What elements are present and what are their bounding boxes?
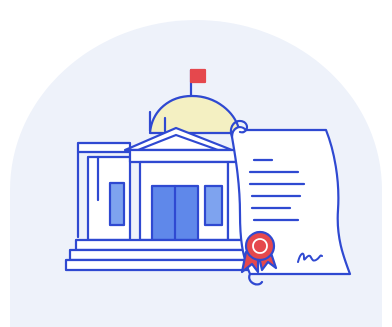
steps-middle	[68, 248, 270, 262]
steps-top	[74, 238, 264, 252]
certificate-scroll-icon	[229, 119, 352, 286]
left-wing-roof	[76, 141, 132, 154]
government-certificate-illustration	[10, 20, 382, 327]
entablature	[128, 148, 238, 164]
illustration-canvas	[0, 0, 392, 327]
left-window	[108, 181, 126, 227]
steps-bottom	[64, 258, 274, 272]
right-window	[203, 184, 224, 227]
